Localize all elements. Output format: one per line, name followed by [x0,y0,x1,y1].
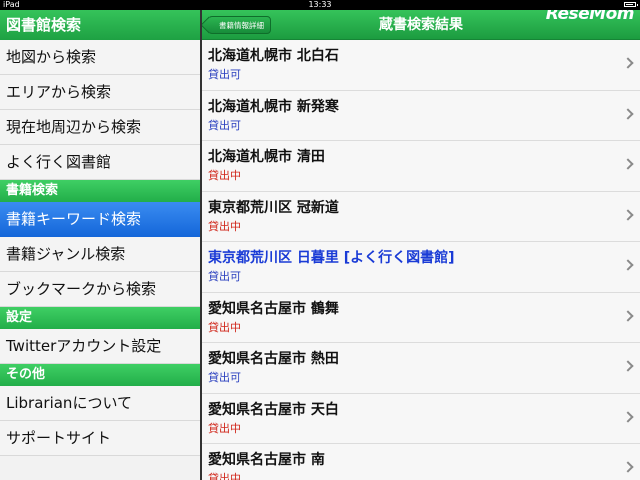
result-row[interactable]: 愛知県名古屋市 鶴舞 貸出中 [202,292,640,343]
result-row[interactable]: 愛知県名古屋市 熱田 貸出可 [202,343,640,394]
library-name: 北海道札幌市 清田 [208,149,325,165]
result-row[interactable]: 北海道札幌市 新発寒 貸出可 [202,90,640,141]
result-row[interactable]: 北海道札幌市 北白石 貸出可 [202,40,640,91]
availability-status: 貸出中 [208,472,241,480]
sidebar-item-twitter-settings[interactable]: Twitterアカウント設定 [0,329,200,364]
availability-status: 貸出中 [208,169,241,182]
sidebar-title: 図書館検索 [0,10,200,40]
sidebar-item-nearby-search[interactable]: 現在地周辺から検索 [0,110,200,145]
battery-fill [626,4,633,5]
availability-status: 貸出可 [208,68,241,81]
chevron-right-icon [622,410,634,423]
library-name: 東京都荒川区 日暮里 [よく行く図書館] [208,250,455,266]
sidebar-section-settings: 設定 [0,307,200,329]
sidebar-item-support-site[interactable]: サポートサイト [0,421,200,456]
result-row-favorite[interactable]: 東京都荒川区 日暮里 [よく行く図書館] 貸出可 [202,242,640,293]
result-row[interactable]: 愛知県名古屋市 天白 貸出中 [202,393,640,444]
result-row[interactable]: 北海道札幌市 清田 貸出中 [202,141,640,192]
sidebar-section-books: 書籍検索 [0,180,200,202]
navigation-bar: 書籍情報詳細 蔵書検索結果 ReseMom [202,10,640,40]
result-row[interactable]: 東京都荒川区 冠新道 貸出中 [202,191,640,242]
chevron-right-icon [622,57,634,69]
clock: 13:33 [308,0,332,9]
availability-status: 貸出可 [208,118,241,132]
availability-status: 貸出可 [208,270,241,283]
library-name: 愛知県名古屋市 南 [208,452,325,468]
sidebar-item-book-keyword-search[interactable]: 書籍キーワード検索 [0,202,200,237]
library-name: 北海道札幌市 北白石 [208,48,339,64]
library-name: 北海道札幌市 新発寒 [208,98,339,115]
results-pane: 書籍情報詳細 蔵書検索結果 ReseMom 北海道札幌市 北白石 貸出可 北海道… [202,10,640,480]
sidebar-item-bookmark-search[interactable]: ブックマークから検索 [0,272,200,307]
status-bar: iPad 13:33 [0,0,640,10]
chevron-right-icon [622,360,634,372]
sidebar-item-about[interactable]: Librarianについて [0,386,200,421]
availability-status: 貸出可 [208,371,241,384]
chevron-right-icon [622,259,634,271]
chevron-right-icon [622,107,634,120]
sidebar-section-other: その他 [0,364,200,386]
sidebar-item-book-genre-search[interactable]: 書籍ジャンル検索 [0,237,200,272]
chevron-right-icon [622,208,634,221]
sidebar-item-area-search[interactable]: エリアから検索 [0,75,200,110]
library-name: 愛知県名古屋市 熱田 [208,351,339,367]
chevron-right-icon [622,158,634,170]
chevron-right-icon [622,461,634,473]
library-name: 東京都荒川区 冠新道 [208,199,339,216]
availability-status: 貸出中 [208,320,241,334]
result-row[interactable]: 愛知県名古屋市 南 貸出中 [202,444,640,480]
sidebar: 図書館検索 地図から検索 エリアから検索 現在地周辺から検索 よく行く図書館 書… [0,10,200,480]
library-name: 愛知県名古屋市 鶴舞 [208,300,339,317]
sidebar-item-map-search[interactable]: 地図から検索 [0,40,200,75]
chevron-right-icon [622,309,634,322]
battery-icon [624,2,638,7]
sidebar-item-favorite-libraries[interactable]: よく行く図書館 [0,145,200,180]
availability-status: 貸出中 [208,421,241,435]
availability-status: 貸出中 [208,219,241,233]
watermark-logo: ReseMom [545,10,635,24]
library-name: 愛知県名古屋市 天白 [208,401,339,418]
